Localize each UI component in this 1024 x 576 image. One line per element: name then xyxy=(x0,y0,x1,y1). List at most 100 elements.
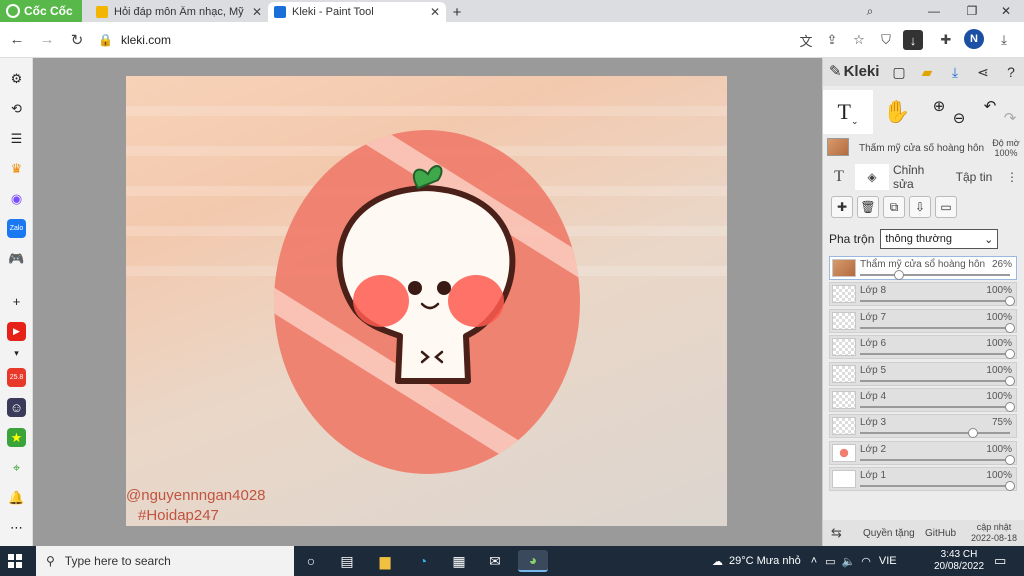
game-avatar-icon[interactable]: ☺ xyxy=(7,398,26,417)
translate-icon[interactable]: 文 xyxy=(796,30,816,50)
help-icon[interactable]: ? xyxy=(1001,62,1021,82)
zalo-icon[interactable]: Zalo xyxy=(7,219,26,238)
file-explorer-icon[interactable]: ▆ xyxy=(374,550,396,572)
windows-start-icon[interactable] xyxy=(8,554,22,568)
share-icon[interactable]: ⋖ xyxy=(973,62,993,82)
drawing-canvas-area[interactable]: @nguyennngan4028 #Hoidap247 xyxy=(33,58,822,546)
tab-layers[interactable]: ◈ xyxy=(855,164,889,190)
add-layer-icon[interactable]: ✚ xyxy=(831,196,853,218)
layer-row[interactable]: Lớp 7 100% xyxy=(829,308,1017,333)
weather-text[interactable]: 29°C Mưa nhỏ xyxy=(729,555,801,567)
hand-tool-button[interactable]: ✋ xyxy=(879,90,915,134)
layer-opacity-slider[interactable] xyxy=(860,375,1015,386)
chevron-up-icon[interactable]: ˄ xyxy=(811,555,817,567)
slider-handle[interactable] xyxy=(1005,322,1015,333)
coccoc-menu-button[interactable]: Cốc Cốc xyxy=(0,0,82,22)
url-field[interactable]: 🔒 kleki.com xyxy=(92,27,792,53)
layer-row[interactable]: Thẩm mỹ cửa sổ hoàng hôn 26% xyxy=(829,256,1017,280)
more-options-icon[interactable]: ⋮ xyxy=(1001,164,1023,190)
blend-mode-select[interactable]: thông thường ⌄ xyxy=(880,229,999,249)
bookmark-star-icon[interactable]: ☆ xyxy=(849,30,869,50)
drawing-canvas[interactable]: @nguyennngan4028 #Hoidap247 xyxy=(126,76,727,526)
open-folder-icon[interactable]: ▰ xyxy=(917,62,937,82)
forward-button[interactable]: → xyxy=(34,27,60,53)
crown-icon[interactable]: ♛ xyxy=(7,159,26,178)
duplicate-layer-icon[interactable]: ⧉ xyxy=(883,196,905,218)
slider-handle[interactable] xyxy=(1005,296,1015,307)
github-link[interactable]: GitHub xyxy=(925,528,956,539)
notification-icon[interactable]: ▭ xyxy=(994,553,1006,569)
tab-kleki[interactable]: Kleki - Paint Tool ✕ xyxy=(268,2,446,22)
chevron-down-icon[interactable]: ▾ xyxy=(7,344,26,363)
youtube-icon[interactable]: ▶ xyxy=(7,322,26,341)
clock[interactable]: 3:43 CH 20/08/2022 xyxy=(932,549,986,573)
zoom-out-icon[interactable]: ⊖ xyxy=(947,96,971,140)
edge-icon[interactable]: ◔ xyxy=(412,550,434,572)
layer-row[interactable]: Lớp 6 100% xyxy=(829,335,1017,360)
swap-icon[interactable]: ⇆ xyxy=(831,525,842,541)
slider-handle[interactable] xyxy=(967,428,978,439)
download-arrow-icon[interactable]: ↓ xyxy=(903,30,923,50)
slider-handle[interactable] xyxy=(1005,375,1015,386)
prize-icon[interactable]: ★ xyxy=(7,428,26,447)
layer-opacity-slider[interactable] xyxy=(860,349,1015,360)
profile-avatar[interactable]: N xyxy=(964,29,984,49)
layer-opacity-slider[interactable] xyxy=(860,270,1010,280)
layer-row[interactable]: Lớp 1 100% xyxy=(829,467,1017,492)
delete-layer-icon[interactable]: 🗑 xyxy=(857,196,879,218)
tab-adjust[interactable]: Chỉnh sửa xyxy=(893,163,947,191)
layer-row[interactable]: Lớp 8 100% xyxy=(829,282,1017,307)
gear-icon[interactable]: ⚙ xyxy=(7,69,26,88)
reload-button[interactable]: ↻ xyxy=(64,27,90,53)
save-download-icon[interactable]: ⤓ xyxy=(945,62,965,82)
close-tab-icon[interactable]: ✕ xyxy=(430,5,440,19)
layer-opacity-slider[interactable] xyxy=(860,428,1010,439)
layer-opacity-slider[interactable] xyxy=(860,402,1015,412)
back-button[interactable]: ← xyxy=(4,27,30,53)
slider-handle[interactable] xyxy=(1005,481,1015,492)
map-pin-icon[interactable]: ⌖ xyxy=(7,458,26,477)
share-icon[interactable]: ⇪ xyxy=(822,30,842,50)
layer-row[interactable]: Lớp 3 75% xyxy=(829,414,1017,439)
kleki-logo[interactable]: ✎ Kleki xyxy=(829,62,879,81)
current-layer-bar[interactable]: Thẩm mỹ cửa sổ hoàng hôn Độ mờ 100% xyxy=(823,136,1024,162)
task-view-icon[interactable]: ▤ xyxy=(336,550,358,572)
slider-handle[interactable] xyxy=(894,270,904,280)
redo-icon[interactable]: ↷ xyxy=(999,96,1021,140)
minimize-button[interactable]: — xyxy=(916,0,952,22)
speaker-icon[interactable]: 🔈 xyxy=(842,555,856,568)
coccoc-taskbar-icon[interactable]: ◕ xyxy=(518,550,548,572)
new-tab-button[interactable]: + xyxy=(446,2,468,22)
tab-tool-settings[interactable]: T xyxy=(823,164,855,190)
add-icon[interactable]: + xyxy=(7,292,26,311)
bell-icon[interactable]: 🔔 xyxy=(7,488,26,507)
layer-opacity-slider[interactable] xyxy=(860,322,1015,333)
extensions-icon[interactable]: ✚ xyxy=(936,30,956,50)
close-window-button[interactable]: ✕ xyxy=(988,0,1024,22)
language-indicator[interactable]: VIE xyxy=(879,555,897,567)
reading-list-icon[interactable]: ☰ xyxy=(7,129,26,148)
layer-opacity-slider[interactable] xyxy=(860,296,1015,307)
taskbar-search[interactable]: ⚲ Type here to search xyxy=(36,546,294,576)
layer-opacity-slider[interactable] xyxy=(860,454,1015,465)
tab-search-icon[interactable]: ⌕ xyxy=(852,0,888,22)
rename-layer-icon[interactable]: ▭ xyxy=(935,196,957,218)
store-icon[interactable]: ▦ xyxy=(448,550,470,572)
shield-icon[interactable]: ⛉ xyxy=(876,30,896,50)
undo-icon[interactable]: ↶ xyxy=(979,84,1001,128)
privacy-link[interactable]: Quyền tặng xyxy=(863,528,915,539)
tab-hoidap[interactable]: Hỏi đáp môn Âm nhạc, Mỹ thuật ✕ xyxy=(90,2,268,22)
new-image-icon[interactable]: ▢ xyxy=(889,62,909,82)
gamepad-icon[interactable]: 🎮 xyxy=(7,249,26,268)
slider-handle[interactable] xyxy=(1005,454,1015,465)
slider-handle[interactable] xyxy=(1005,349,1015,360)
shopping-icon[interactable]: 25.8 xyxy=(7,368,26,387)
cortana-icon[interactable]: ○ xyxy=(300,550,322,572)
layer-opacity-slider[interactable] xyxy=(860,481,1015,492)
text-tool-button[interactable]: T ⌄ xyxy=(823,90,873,134)
layer-row[interactable]: Lớp 4 100% xyxy=(829,388,1017,412)
messenger-icon[interactable]: ◉ xyxy=(7,189,26,208)
layer-row[interactable]: Lớp 2 100% xyxy=(829,440,1017,465)
update-info[interactable]: cập nhật 2022-08-18 xyxy=(971,522,1017,544)
mail-icon[interactable]: ✉ xyxy=(484,550,506,572)
